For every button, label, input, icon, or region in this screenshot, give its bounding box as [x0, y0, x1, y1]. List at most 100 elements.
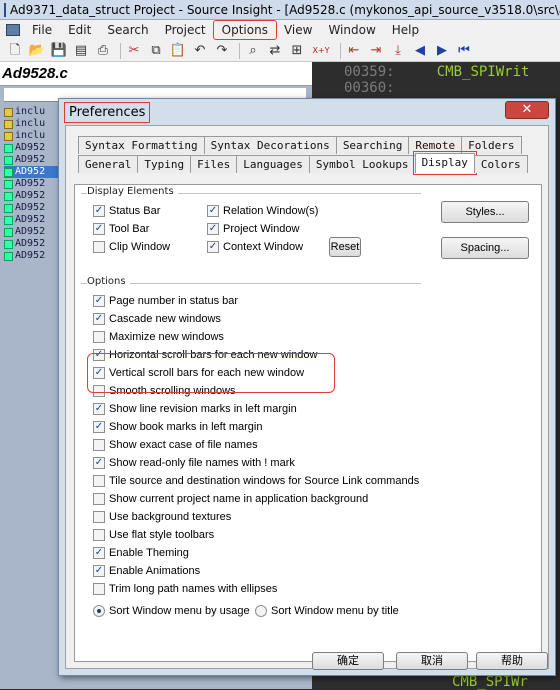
option-checkbox[interactable]: Tile source and destination windows for …: [93, 475, 419, 487]
tab-syntax-formatting[interactable]: Syntax Formatting: [78, 136, 205, 154]
symbol-list-item[interactable]: AD952: [4, 214, 60, 226]
bookmark-prev-icon[interactable]: ⇤: [345, 42, 363, 60]
tab-searching[interactable]: Searching: [335, 136, 410, 154]
menu-help[interactable]: Help: [384, 21, 427, 39]
save-all-icon[interactable]: ▤: [72, 42, 90, 60]
menu-options[interactable]: Options: [212, 20, 277, 40]
symbol-list-item[interactable]: inclu: [4, 106, 60, 118]
tab-syntax-decorations[interactable]: Syntax Decorations: [203, 136, 337, 154]
menu-search[interactable]: Search: [99, 21, 156, 39]
save-icon[interactable]: 💾: [50, 42, 68, 60]
checkbox-box[interactable]: ✓: [93, 205, 105, 217]
symbol-list-item[interactable]: AD952: [4, 154, 60, 166]
tab-symbol-lookups[interactable]: Symbol Lookups: [308, 155, 416, 173]
option-checkbox[interactable]: ✓ Page number in status bar: [93, 295, 238, 307]
menu-edit[interactable]: Edit: [60, 21, 99, 39]
checkbox-box[interactable]: ✓: [207, 223, 219, 235]
option-checkbox[interactable]: Trim long path names with ellipses: [93, 583, 277, 595]
checkbox-box[interactable]: ✓: [207, 205, 219, 217]
checkbox-box[interactable]: [93, 493, 105, 505]
tab-display[interactable]: Display: [412, 151, 477, 175]
cancel-button[interactable]: 取消: [396, 652, 468, 670]
styles-button[interactable]: Styles...: [441, 201, 529, 223]
symbol-list-item[interactable]: AD952: [4, 250, 60, 262]
close-button[interactable]: ✕: [505, 101, 549, 119]
menu-window[interactable]: Window: [320, 21, 383, 39]
checkbox-box[interactable]: ✓: [93, 403, 105, 415]
checkbox-box[interactable]: [93, 331, 105, 343]
menu-file[interactable]: File: [24, 21, 60, 39]
radio-sort-by-usage[interactable]: Sort Window menu by usage: [93, 605, 250, 617]
radio-button[interactable]: [93, 605, 105, 617]
checkbox-context-window[interactable]: ✓ Context Window: [207, 241, 303, 253]
back-icon[interactable]: ◀: [411, 42, 429, 60]
find-icon[interactable]: ⌕: [244, 42, 262, 60]
xy-icon[interactable]: X+Y: [310, 42, 332, 60]
checkbox-box[interactable]: [93, 475, 105, 487]
option-checkbox[interactable]: ✓ Enable Theming: [93, 547, 189, 559]
checkbox-box[interactable]: ✓: [93, 421, 105, 433]
cut-icon[interactable]: ✂: [125, 42, 143, 60]
system-menu-icon[interactable]: [6, 24, 20, 36]
option-checkbox[interactable]: ✓ Cascade new windows: [93, 313, 221, 325]
tab-folders[interactable]: Folders: [461, 136, 522, 154]
tab-languages[interactable]: Languages: [236, 155, 310, 173]
print-icon[interactable]: ⎙: [94, 42, 112, 60]
option-checkbox[interactable]: ✓ Enable Animations: [93, 565, 200, 577]
search-files-icon[interactable]: ⊞: [288, 42, 306, 60]
checkbox-box[interactable]: ✓: [93, 547, 105, 559]
first-icon[interactable]: ⏮: [455, 42, 473, 60]
undo-icon[interactable]: ↶: [191, 42, 209, 60]
tab-typing[interactable]: Typing: [137, 155, 192, 173]
ok-button[interactable]: 确定: [312, 652, 384, 670]
radio-sort-by-title[interactable]: Sort Window menu by title: [255, 605, 399, 617]
symbol-list-item[interactable]: AD952: [4, 238, 60, 250]
symbol-list-item[interactable]: AD952: [4, 202, 60, 214]
tab-colors[interactable]: Colors: [473, 155, 528, 173]
paste-icon[interactable]: 📋: [169, 42, 187, 60]
checkbox-status-bar[interactable]: ✓ Status Bar: [93, 205, 160, 217]
symbol-list-item[interactable]: inclu: [4, 118, 60, 130]
symbol-list-item[interactable]: AD952: [4, 142, 60, 154]
forward-icon[interactable]: ▶: [433, 42, 451, 60]
bookmark-next-icon[interactable]: ⇥: [367, 42, 385, 60]
checkbox-project-window[interactable]: ✓ Project Window: [207, 223, 299, 235]
tab-remote[interactable]: Remote: [408, 136, 463, 154]
checkbox-tool-bar[interactable]: ✓ Tool Bar: [93, 223, 149, 235]
checkbox-box[interactable]: ✓: [93, 295, 105, 307]
symbol-list-item[interactable]: AD952: [4, 226, 60, 238]
checkbox-box[interactable]: [93, 511, 105, 523]
jump-icon[interactable]: ⤓: [389, 42, 407, 60]
replace-icon[interactable]: ⇄: [266, 42, 284, 60]
symbol-list-item[interactable]: AD952: [4, 190, 60, 202]
menu-view[interactable]: View: [276, 21, 320, 39]
checkbox-box[interactable]: [93, 583, 105, 595]
option-checkbox[interactable]: ✓ Show read-only file names with ! mark: [93, 457, 295, 469]
spacing-button[interactable]: Spacing...: [441, 237, 529, 259]
checkbox-clip-window[interactable]: Clip Window: [93, 241, 170, 253]
option-checkbox[interactable]: Maximize new windows: [93, 331, 224, 343]
checkbox-box[interactable]: ✓: [93, 223, 105, 235]
menu-project[interactable]: Project: [157, 21, 214, 39]
option-checkbox[interactable]: Show current project name in application…: [93, 493, 368, 505]
option-checkbox[interactable]: Show exact case of file names: [93, 439, 258, 451]
checkbox-box[interactable]: ✓: [93, 313, 105, 325]
option-checkbox[interactable]: ✓ Show line revision marks in left margin: [93, 403, 297, 415]
help-button[interactable]: 帮助: [476, 652, 548, 670]
tab-files[interactable]: Files: [190, 155, 238, 173]
copy-icon[interactable]: ⧉: [147, 42, 165, 60]
option-checkbox[interactable]: ✓ Show book marks in left margin: [93, 421, 262, 433]
radio-button[interactable]: [255, 605, 267, 617]
reset-button[interactable]: Reset: [329, 237, 361, 257]
symbol-list-item[interactable]: AD952: [4, 166, 60, 178]
open-folder-icon[interactable]: 📂: [28, 42, 46, 60]
checkbox-box[interactable]: [93, 529, 105, 541]
checkbox-box[interactable]: [93, 439, 105, 451]
checkbox-relation-window[interactable]: ✓ Relation Window(s): [207, 205, 318, 217]
option-checkbox[interactable]: Use background textures: [93, 511, 231, 523]
checkbox-box[interactable]: [93, 241, 105, 253]
option-checkbox[interactable]: Use flat style toolbars: [93, 529, 214, 541]
symbol-list-item[interactable]: AD952: [4, 178, 60, 190]
redo-icon[interactable]: ↷: [213, 42, 231, 60]
new-file-icon[interactable]: 🗋: [6, 42, 24, 60]
